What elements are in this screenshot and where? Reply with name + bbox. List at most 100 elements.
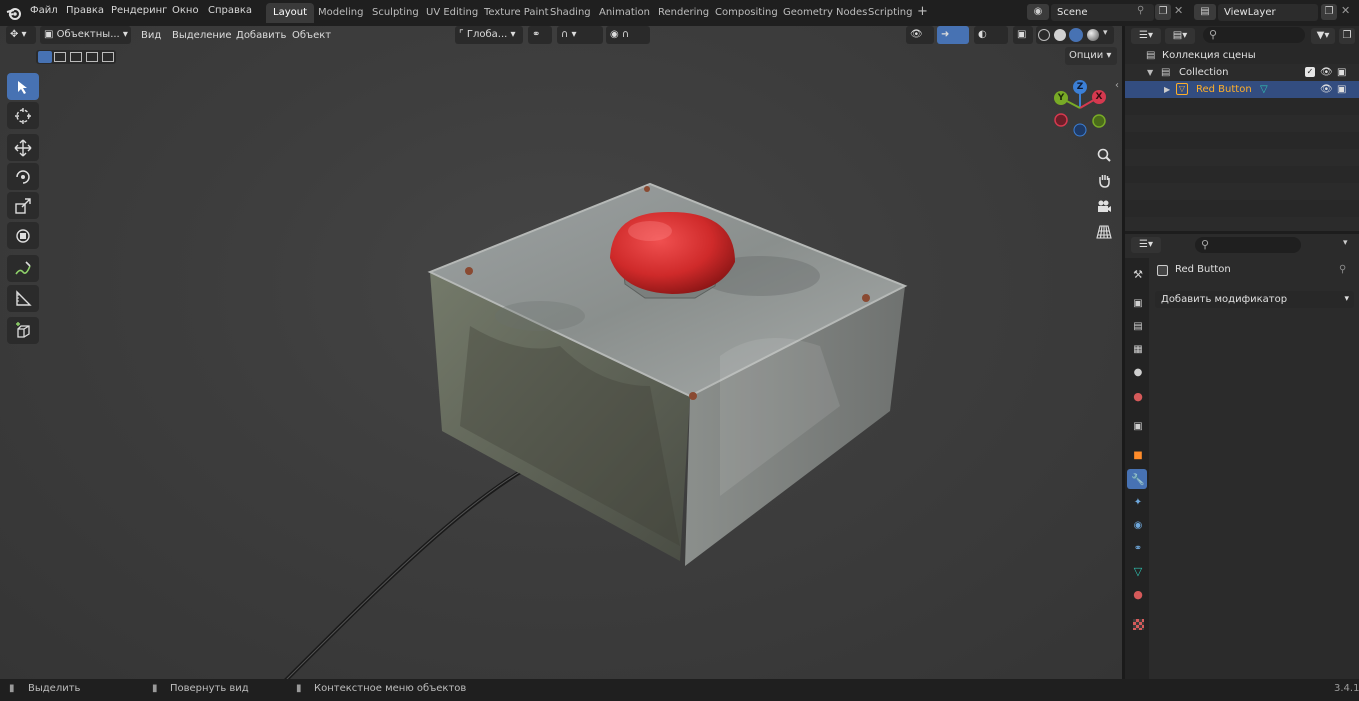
delete-view-layer-icon[interactable]: ✕	[1341, 4, 1350, 17]
menu-window[interactable]: Окно	[172, 5, 199, 16]
menu-edit[interactable]: Правка	[66, 5, 104, 16]
outliner: ☰▾ ▤▾ ⚲ ▼▾ ❐ ▤ Коллекция сцены ▼ ▤ Colle…	[1125, 26, 1359, 231]
tab-sculpting[interactable]: Sculpting	[365, 3, 426, 23]
tab-view-layer[interactable]: ▦	[1130, 341, 1146, 357]
tab-world[interactable]: ●	[1130, 388, 1146, 404]
pin-icon[interactable]: ⚲	[1339, 264, 1346, 275]
add-workspace-button[interactable]: +	[917, 4, 928, 19]
tab-scripting[interactable]: Scripting	[861, 3, 919, 23]
display-mode-icon[interactable]: ▤▾	[1165, 28, 1195, 44]
tab-render[interactable]: ▣	[1130, 295, 1146, 311]
gizmo-z-axis[interactable]: Z	[1073, 80, 1087, 94]
tab-physics[interactable]: ◉	[1130, 517, 1146, 533]
red-button-label: Red Button	[1196, 84, 1252, 95]
menu-file[interactable]: Файл	[30, 5, 58, 16]
pan-button[interactable]	[1093, 169, 1115, 191]
tab-modeling[interactable]: Modeling	[311, 3, 371, 23]
new-scene-icon[interactable]: ❐	[1155, 4, 1171, 20]
status-rotate-view: Повернуть вид	[170, 683, 249, 694]
scene-name: Scene	[1057, 7, 1088, 18]
image-icon: ▦	[1133, 343, 1143, 355]
add-modifier-dropdown[interactable]: Добавить модификатор ▾	[1155, 291, 1354, 308]
new-collection-icon[interactable]: ❐	[1339, 28, 1355, 44]
render-camera-icon[interactable]: ▣	[1337, 64, 1346, 81]
tab-tool[interactable]: ⚒	[1130, 266, 1146, 282]
view-layer-name: ViewLayer	[1224, 7, 1276, 18]
tab-uv-editing[interactable]: UV Editing	[419, 3, 485, 23]
scene-render	[284, 182, 908, 679]
chevron-down-icon[interactable]: ▾	[1343, 238, 1348, 248]
tab-scene[interactable]: ●	[1130, 364, 1146, 380]
menu-render[interactable]: Рендеринг	[111, 5, 167, 16]
red-button-dome	[610, 211, 735, 294]
scene-browse-icon[interactable]: ◉	[1027, 4, 1049, 20]
outliner-row-scene-collection[interactable]: ▤ Коллекция сцены	[1125, 47, 1359, 64]
tab-object[interactable]: ■	[1130, 447, 1146, 463]
tab-animation[interactable]: Animation	[592, 3, 657, 23]
new-view-layer-icon[interactable]: ❐	[1321, 4, 1337, 20]
gizmo-x-axis[interactable]: X	[1092, 90, 1106, 104]
outliner-row-red-button[interactable]: ▶ ▽ Red Button ▽ 👁 ▣	[1125, 81, 1359, 98]
search-icon: ⚲	[1209, 28, 1218, 41]
3d-viewport[interactable]: ✥ ▾ ▣ Объектны... ▾ Вид Выделение Добави…	[0, 26, 1122, 679]
tab-data[interactable]: ▽	[1130, 563, 1146, 579]
outliner-empty-row	[1125, 115, 1359, 132]
top-bar: Файл Правка Рендеринг Окно Справка Layou…	[0, 0, 1359, 26]
particles-icon: ✦	[1133, 496, 1143, 508]
pin-icon[interactable]: ⚲	[1137, 5, 1144, 16]
exclude-checkbox[interactable]: ✓	[1305, 67, 1315, 77]
texture-checker-icon	[1132, 618, 1144, 630]
mouse-left-icon: ▮	[9, 683, 15, 694]
outliner-empty-row	[1125, 217, 1359, 231]
outliner-editor-type-icon[interactable]: ☰▾	[1131, 28, 1161, 44]
view-layer-field[interactable]: ViewLayer	[1218, 4, 1318, 21]
mouse-middle-icon: ▮	[152, 683, 158, 694]
constraint-icon: ⚭	[1133, 542, 1143, 554]
status-select: Выделить	[28, 683, 81, 694]
wrench-icon: 🔧	[1131, 472, 1145, 486]
camera-view-button[interactable]	[1093, 195, 1115, 217]
tab-texture[interactable]	[1130, 616, 1146, 632]
tab-constraints[interactable]: ⚭	[1130, 540, 1146, 556]
expand-arrow-icon[interactable]: ▼	[1147, 64, 1153, 81]
tab-material[interactable]: ●	[1130, 586, 1146, 602]
tab-modifiers[interactable]: 🔧	[1130, 471, 1146, 487]
tab-output[interactable]: ▤	[1130, 318, 1146, 334]
properties-editor-type-icon[interactable]: ☰▾	[1131, 237, 1161, 253]
zoom-button[interactable]	[1093, 144, 1115, 166]
outliner-row-collection[interactable]: ▼ ▤ Collection ✓ 👁 ▣	[1125, 64, 1359, 81]
delete-scene-icon[interactable]: ✕	[1174, 4, 1183, 17]
tab-shading[interactable]: Shading	[543, 3, 598, 23]
version-label: 3.4.1	[1334, 683, 1359, 694]
filter-icon[interactable]: ▼▾	[1311, 28, 1335, 44]
perspective-toggle-button[interactable]	[1093, 221, 1115, 243]
chevron-left-icon[interactable]: ‹	[1115, 80, 1119, 91]
render-camera-icon[interactable]: ▣	[1337, 81, 1346, 98]
tab-geometry-nodes[interactable]: Geometry Nodes	[776, 3, 874, 23]
properties-search-input[interactable]: ⚲	[1195, 237, 1301, 253]
tab-layout[interactable]: Layout	[266, 3, 314, 23]
eye-icon[interactable]: 👁	[1320, 81, 1333, 98]
tab-compositing[interactable]: Compositing	[708, 3, 785, 23]
view-layer-browse-icon[interactable]: ▤	[1194, 4, 1216, 20]
mesh-data-icon[interactable]: ▽	[1260, 81, 1268, 98]
menu-help[interactable]: Справка	[208, 5, 252, 16]
mesh-object-icon: ▽	[1176, 83, 1188, 95]
eye-icon[interactable]: 👁	[1320, 64, 1333, 81]
world-icon: ●	[1133, 389, 1143, 403]
tab-rendering[interactable]: Rendering	[651, 3, 716, 23]
blender-logo-icon[interactable]	[6, 5, 22, 21]
status-context-menu: Контекстное меню объектов	[314, 683, 467, 694]
hand-icon	[1099, 175, 1110, 188]
outliner-search-input[interactable]: ⚲	[1203, 27, 1305, 43]
mouse-right-icon: ▮	[296, 683, 302, 694]
material-icon: ●	[1133, 587, 1143, 601]
wrench-screwdriver-icon: ⚒	[1133, 267, 1143, 281]
object-name-label: Red Button	[1175, 264, 1231, 275]
tab-collection[interactable]: ▣	[1130, 418, 1146, 434]
tab-particles[interactable]: ✦	[1130, 494, 1146, 510]
printer-icon: ▤	[1133, 320, 1143, 332]
gizmo-y-axis[interactable]: Y	[1054, 91, 1068, 105]
scene-icon: ●	[1133, 366, 1143, 378]
expand-arrow-icon[interactable]: ▶	[1164, 81, 1170, 98]
